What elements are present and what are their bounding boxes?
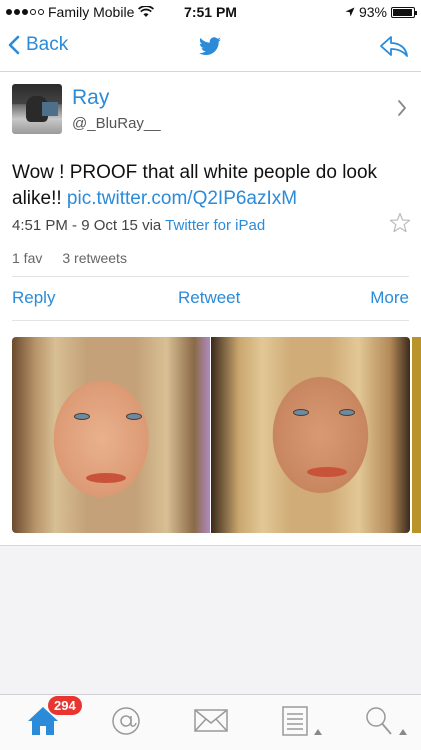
messages-icon[interactable] — [193, 705, 229, 735]
profile-row[interactable]: Ray @_BluRay__ — [12, 84, 409, 136]
twitter-bird-icon — [199, 37, 221, 55]
more-button[interactable]: More — [370, 288, 409, 308]
status-bar: Family Mobile 7:51 PM 93% — [0, 0, 421, 24]
status-right: 93% — [345, 4, 417, 20]
via-app-link[interactable]: Twitter for iPad — [165, 217, 265, 234]
divider — [12, 320, 409, 321]
search-icon — [366, 707, 392, 735]
lists-tab[interactable] — [281, 705, 322, 742]
battery-fill — [393, 8, 412, 16]
battery-icon — [391, 6, 417, 18]
back-label: Back — [26, 34, 69, 55]
tweet-stats: 1 fav 3 retweets — [12, 250, 127, 266]
more-options-icon — [399, 729, 407, 735]
notification-badge: 294 — [48, 696, 82, 715]
lists-icon — [282, 706, 308, 736]
reply-arrow-icon[interactable] — [379, 35, 409, 57]
back-button[interactable]: Back — [8, 34, 68, 56]
retweet-count[interactable]: 3 retweets — [62, 250, 127, 266]
photo-right — [211, 337, 410, 533]
mentions-icon[interactable] — [110, 705, 142, 737]
tweet-link[interactable]: pic.twitter.com/Q2IP6azIxM — [67, 188, 297, 209]
tweet-media[interactable] — [12, 337, 421, 533]
tweet-card: Ray @_BluRay__ Wow ! PROOF that all whit… — [0, 72, 421, 546]
chevron-right-icon — [398, 100, 406, 116]
fav-count[interactable]: 1 fav — [12, 250, 42, 266]
retweet-button[interactable]: Retweet — [178, 288, 240, 308]
tweet-text: Wow ! PROOF that all white people do loo… — [12, 160, 409, 212]
chevron-left-icon — [8, 35, 20, 55]
more-options-icon — [314, 729, 322, 735]
reply-button[interactable]: Reply — [12, 288, 55, 308]
via-prefix: via — [142, 217, 162, 234]
photo-next-peek — [412, 337, 421, 533]
search-tab[interactable] — [364, 705, 407, 742]
star-icon[interactable] — [389, 212, 411, 234]
user-handle: @_BluRay__ — [72, 115, 161, 132]
nav-bar: Back — [0, 24, 421, 72]
tweet-meta: 4:51 PM - 9 Oct 15 via Twitter for iPad — [12, 217, 265, 234]
photo-left — [12, 337, 210, 533]
battery-percent: 93% — [358, 4, 387, 20]
location-arrow-icon — [345, 7, 355, 17]
user-name: Ray — [72, 86, 110, 109]
divider — [12, 276, 409, 277]
avatar — [12, 84, 62, 134]
tweet-actions: Reply Retweet More — [12, 288, 409, 312]
tweet-timestamp: 4:51 PM - 9 Oct 15 — [12, 217, 138, 234]
